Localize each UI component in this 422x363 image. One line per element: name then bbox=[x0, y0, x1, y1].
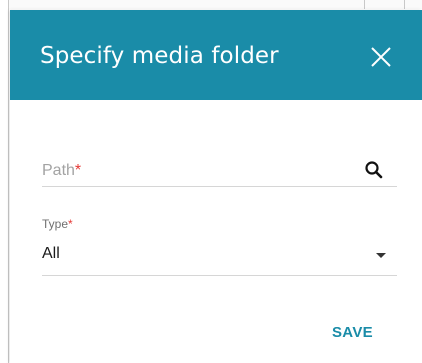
backdrop-divider bbox=[364, 0, 365, 9]
dropdown-arrow-icon bbox=[376, 253, 386, 258]
save-button[interactable]: SAVE bbox=[332, 324, 373, 341]
media-folder-dialog: Specify media folder Path* Type* All SAV… bbox=[10, 10, 422, 363]
backdrop-divider bbox=[404, 0, 405, 9]
close-icon bbox=[371, 47, 391, 67]
backdrop-edge bbox=[0, 0, 9, 363]
type-value: All bbox=[42, 245, 60, 262]
type-label: Type* bbox=[42, 217, 73, 231]
path-label: Path* bbox=[42, 162, 82, 179]
dialog-title: Specify media folder bbox=[40, 43, 279, 69]
type-select[interactable]: Type* All bbox=[42, 212, 397, 276]
dialog-header: Specify media folder bbox=[10, 10, 422, 100]
path-field[interactable]: Path* bbox=[42, 150, 397, 187]
required-mark: * bbox=[68, 217, 73, 231]
backdrop-top-edge bbox=[9, 0, 422, 9]
search-button[interactable] bbox=[364, 160, 384, 180]
required-mark: * bbox=[74, 162, 82, 179]
close-button[interactable] bbox=[368, 44, 394, 70]
search-icon bbox=[365, 161, 383, 179]
